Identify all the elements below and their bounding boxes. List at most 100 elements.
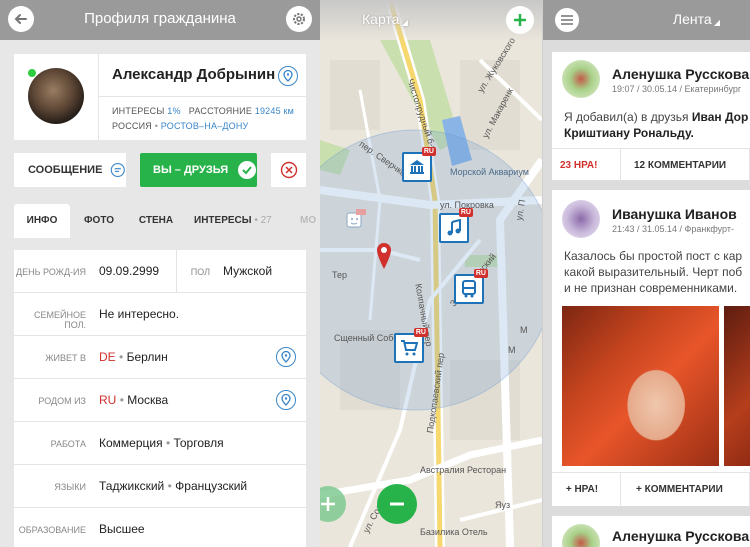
post-text: Криштиану Рональду.	[564, 125, 750, 141]
like-button[interactable]: ++ НРА!	[565, 484, 599, 495]
map-label-metro-2: М	[520, 325, 528, 335]
map-pin-icon	[283, 70, 293, 82]
born-pin-button[interactable]	[276, 390, 296, 410]
friends-button-label: ВЫ – ДРУЗЬЯ	[153, 164, 229, 176]
post-author-avatar[interactable]	[562, 200, 600, 238]
ru-badge: RU	[421, 147, 436, 156]
lives-pin-button[interactable]	[276, 347, 296, 367]
plus-icon	[514, 14, 526, 26]
feed-post: Аленушка Русскова 19:07 / 30.05.14 / Ека…	[552, 52, 750, 183]
post-author-name[interactable]: Аленушка Русскова	[612, 66, 749, 82]
row-education: ОБРАЗОВАНИЕ Высшее	[14, 508, 306, 547]
language-2: Французский	[175, 479, 248, 493]
post-author-avatar[interactable]	[562, 524, 600, 547]
map-pin-icon	[281, 394, 291, 406]
tab-interests[interactable]: ИНТЕРЕСЫ • 27	[194, 204, 286, 238]
user-pin-icon	[377, 243, 391, 269]
city-link[interactable]: РОСТОВ–НА–ДОНУ	[161, 121, 249, 131]
tab-info[interactable]: ИНФО	[14, 204, 70, 238]
work-label: РАБОТА	[50, 439, 86, 449]
education-value: Высшее	[99, 522, 145, 536]
close-circle-icon	[280, 161, 297, 179]
map-label-church: Сщенный Собор	[334, 333, 404, 343]
profile-header: Профиля гражданина	[0, 0, 320, 40]
sex-label: ПОЛ	[190, 267, 210, 277]
marker-museum[interactable]: RU	[402, 147, 436, 182]
post-text-line-2: какой выразительный. Черт поб	[564, 265, 743, 279]
profile-screen: Профиля гражданина Александр Добрынин ИН…	[0, 0, 320, 547]
user-location-pin[interactable]	[376, 242, 392, 270]
gear-icon	[293, 13, 305, 25]
page-title: Профиля гражданина	[84, 10, 236, 27]
feed-post: Аленушка Русскова	[552, 516, 750, 547]
add-place-button[interactable]	[506, 6, 534, 34]
user-stats: ИНТЕРЕСЫ 1% РАССТОЯНИЕ 19245 км	[112, 106, 294, 116]
ru-badge: RU	[473, 269, 488, 278]
post-actions: 23 НРА! 12 КОММЕНТАРИИ	[552, 148, 750, 183]
menu-button[interactable]	[555, 8, 579, 32]
marker-bus[interactable]: RU	[454, 269, 488, 304]
map-label-australia: Австралия Ресторан	[420, 465, 507, 475]
zoom-out-button[interactable]	[377, 484, 417, 524]
ru-badge: RU	[458, 208, 473, 217]
post-photo[interactable]	[562, 306, 719, 466]
post-text-mention-1[interactable]: Иван Дор	[692, 110, 748, 124]
tab-photo[interactable]: ФОТО	[76, 204, 122, 238]
post-author-name[interactable]: Иванушка Иванов	[612, 206, 737, 222]
action-divider	[620, 473, 621, 507]
post-photo[interactable]	[724, 306, 750, 466]
post-author-name[interactable]: Аленушка Русскова	[612, 528, 749, 544]
like-button[interactable]: 23 НРА!	[560, 160, 597, 171]
interests-label: ИНТЕРЕСЫ	[112, 106, 165, 116]
languages-value: Таджикский • Французский	[99, 479, 248, 493]
comments-button[interactable]: 12 КОММЕНТАРИИ	[634, 160, 726, 171]
plus-icon	[321, 497, 335, 511]
map-label-metro-1: М	[508, 345, 516, 355]
post-text-mention-2[interactable]: Криштиану Рональду.	[564, 126, 694, 140]
settings-button[interactable]	[286, 6, 312, 32]
family-value: Не интересно.	[99, 307, 180, 321]
user-name: Александр Добрынин	[112, 66, 276, 83]
map-screen[interactable]: ул. Макаренк ул. Жуковского Чистопрудный…	[320, 0, 542, 547]
avatar[interactable]	[28, 68, 84, 124]
birthday-value: 09.09.2999	[99, 264, 160, 278]
tab-more[interactable]: МО	[300, 204, 320, 238]
education-label: ОБРАЗОВАНИЕ	[18, 525, 86, 535]
born-label: РОДОМ ИЗ	[38, 396, 86, 406]
born-city: Москва	[127, 393, 169, 407]
location-pin-button[interactable]	[278, 66, 298, 86]
message-button[interactable]: СООБЩЕНИЕ	[14, 153, 126, 187]
born-country-code: RU	[99, 393, 117, 407]
map-title-dropdown[interactable]: Карта ◢	[362, 11, 408, 27]
back-button[interactable]	[8, 6, 34, 32]
feed-title-dropdown[interactable]: Лента ◢	[673, 11, 720, 27]
theater-masks-icon	[346, 209, 366, 228]
chat-bubble-icon	[111, 162, 126, 178]
map-title: Карта	[362, 11, 400, 27]
tab-wall[interactable]: СТЕНА	[130, 204, 182, 238]
unfriend-button[interactable]	[271, 153, 306, 187]
post-author-avatar[interactable]	[562, 60, 600, 98]
work-value-2: Торговля	[173, 436, 224, 450]
music-note-icon	[447, 219, 461, 236]
work-value-1: Коммерция	[99, 436, 163, 450]
map-label-morskoy: Морской Аквариум	[450, 167, 529, 177]
like-label: + НРА!	[565, 484, 599, 495]
marker-shop[interactable]: RU	[394, 328, 428, 363]
feed-title: Лента	[672, 11, 712, 27]
birthday-label: ДЕНЬ РОЖД-ИЯ	[16, 267, 86, 277]
comments-button[interactable]: + КОММЕНТАРИИ	[636, 484, 723, 495]
tab-interests-count: 27	[260, 215, 272, 226]
language-1: Таджикский	[99, 479, 165, 493]
map-pin-icon	[281, 351, 291, 363]
row-birthday: ДЕНЬ РОЖД-ИЯ 09.09.2999 ПОЛ Мужской	[14, 250, 306, 293]
map-label-yauz: Яуз	[495, 500, 511, 510]
marker-music[interactable]: RU	[439, 208, 473, 243]
online-status-dot	[28, 69, 36, 77]
feed-header: Лента ◢	[543, 0, 750, 40]
marker-theater[interactable]	[346, 208, 366, 232]
row-family: СЕМЕЙНОЕ ПОЛ. Не интересно.	[14, 293, 306, 336]
screenshot-collage: Профиля гражданина Александр Добрынин ИН…	[0, 0, 750, 547]
arrow-left-icon	[14, 14, 27, 24]
friends-button[interactable]: ВЫ – ДРУЗЬЯ	[140, 153, 257, 187]
